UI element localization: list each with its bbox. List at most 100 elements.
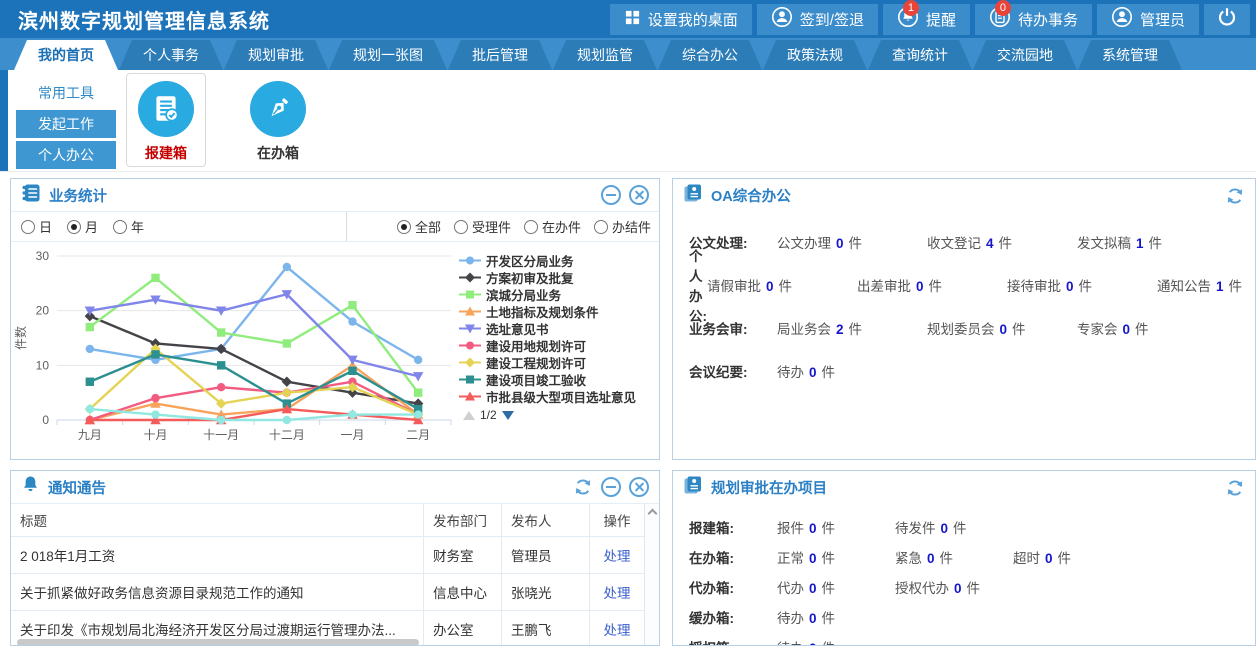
tab-0[interactable]: 我的首页: [14, 40, 118, 70]
count-item-name: 授权代办: [895, 577, 949, 597]
tab-5[interactable]: 规划监管: [553, 40, 657, 70]
topbar-button-2[interactable]: 提醒1: [883, 4, 970, 35]
count-item[interactable]: 报件0件: [777, 517, 895, 537]
refresh-icon[interactable]: [1225, 478, 1245, 498]
handle-link[interactable]: 处理: [604, 545, 631, 565]
sidebar-button-2[interactable]: 个人办公: [16, 141, 116, 169]
table-row: 2 018年1月工资财务室管理员处理: [11, 537, 644, 574]
count-item-unit: 件: [940, 547, 954, 567]
period-radio-option-1[interactable]: 月: [67, 217, 98, 236]
table-vertical-scrollbar[interactable]: [644, 504, 659, 646]
topbar-button-1[interactable]: 签到/签退: [757, 4, 878, 35]
document-check-icon: [138, 81, 194, 137]
tools-sidebar: 常用工具发起工作个人办公: [16, 79, 116, 171]
legend-item-4[interactable]: 选址意见书: [459, 320, 636, 337]
tool-shortcut-1[interactable]: 在办箱: [238, 73, 318, 167]
panel-title: 规划审批在办项目: [711, 477, 827, 498]
sidebar-button-1[interactable]: 发起工作: [16, 110, 116, 138]
tab-2[interactable]: 规划审批: [224, 40, 328, 70]
count-item[interactable]: 发文拟稿1件: [1077, 232, 1227, 252]
minimize-icon[interactable]: [601, 477, 621, 497]
count-item[interactable]: 正常0件: [777, 547, 895, 567]
count-item-value: 0: [1000, 322, 1008, 337]
count-item[interactable]: 待办0件: [777, 637, 895, 646]
legend-item-0[interactable]: 开发区分局业务: [459, 252, 636, 269]
count-item[interactable]: 紧急0件: [895, 547, 1013, 567]
count-item-name: 专家会: [1077, 318, 1118, 338]
svg-text:十月: 十月: [143, 428, 167, 442]
legend-marker-icon: [459, 323, 481, 334]
count-item-name: 出差审批: [857, 275, 911, 295]
count-row-label: 代办箱:: [689, 577, 777, 597]
count-item[interactable]: 局业务会2件: [777, 318, 927, 338]
panel-header: 通知通告: [11, 471, 659, 504]
close-icon[interactable]: [629, 477, 649, 497]
topbar-button-4[interactable]: 管理员: [1097, 4, 1199, 35]
count-item[interactable]: 待办0件: [777, 607, 895, 627]
count-item[interactable]: 待发件0件: [895, 517, 1013, 537]
type-radio-option-3[interactable]: 办结件: [594, 217, 651, 236]
tab-8[interactable]: 查询统计: [868, 40, 972, 70]
topbar-button-label: 待办事务: [1018, 9, 1078, 30]
legend-item-3[interactable]: 土地指标及规划条件: [459, 303, 636, 320]
count-item-unit: 件: [999, 232, 1013, 252]
tool-shortcut-0[interactable]: 报建箱: [126, 73, 206, 167]
period-radio-option-2[interactable]: 年: [113, 217, 144, 236]
handle-link[interactable]: 处理: [604, 582, 631, 602]
legend-page-down-icon[interactable]: [502, 411, 514, 420]
count-row-label: 在办箱:: [689, 547, 777, 567]
oa-count-rows: 公文处理:公文办理0件收文登记4件发文拟稿1件个人办公:请假审批0件出差审批0件…: [673, 212, 1255, 392]
notice-dept-cell: 财务室: [424, 537, 502, 573]
count-item[interactable]: 规划委员会0件: [927, 318, 1077, 338]
count-item-name: 请假审批: [707, 275, 761, 295]
tab-3[interactable]: 规划一张图: [329, 40, 447, 70]
count-item[interactable]: 收文登记4件: [927, 232, 1077, 252]
count-item[interactable]: 专家会0件: [1077, 318, 1227, 338]
handle-link[interactable]: 处理: [604, 619, 631, 639]
svg-text:20: 20: [36, 304, 50, 318]
legend-item-2[interactable]: 滨城分局业务: [459, 286, 636, 303]
count-item[interactable]: 公文办理0件: [777, 232, 927, 252]
legend-item-7[interactable]: 建设项目竣工验收: [459, 371, 636, 388]
minimize-icon[interactable]: [601, 185, 621, 205]
topbar-button-0[interactable]: 设置我的桌面: [610, 4, 752, 35]
notice-action-cell: 处理: [590, 537, 644, 573]
sidebar-button-0[interactable]: 常用工具: [16, 79, 116, 107]
tab-1[interactable]: 个人事务: [119, 40, 223, 70]
refresh-icon[interactable]: [573, 477, 593, 497]
legend-item-1[interactable]: 方案初审及批复: [459, 269, 636, 286]
tab-9[interactable]: 交流园地: [973, 40, 1077, 70]
count-item[interactable]: 超时0件: [1013, 547, 1131, 567]
count-item-name: 待办: [777, 607, 804, 627]
legend-item-8[interactable]: 市批县级大型项目选址意见: [459, 388, 636, 405]
count-item-value: 0: [941, 521, 949, 536]
type-radio-option-1[interactable]: 受理件: [454, 217, 511, 236]
count-item[interactable]: 待办0件: [777, 361, 927, 381]
table-horizontal-scrollbar[interactable]: [17, 639, 419, 646]
count-item[interactable]: 接待审批0件: [1007, 275, 1157, 295]
power-icon: [1216, 6, 1238, 32]
count-item[interactable]: 代办0件: [777, 577, 895, 597]
tab-6[interactable]: 综合办公: [658, 40, 762, 70]
tab-10[interactable]: 系统管理: [1078, 40, 1182, 70]
legend-marker-icon: [459, 289, 481, 300]
legend-item-6[interactable]: 建设工程规划许可: [459, 354, 636, 371]
tab-7[interactable]: 政策法规: [763, 40, 867, 70]
count-row: 公文处理:公文办理0件收文登记4件发文拟稿1件: [689, 220, 1239, 263]
count-item[interactable]: 授权代办0件: [895, 577, 1013, 597]
refresh-icon[interactable]: [1225, 186, 1245, 206]
count-item[interactable]: 通知公告1件: [1157, 275, 1256, 295]
period-radio-option-0[interactable]: 日: [21, 217, 52, 236]
chart-plot: 0102030九月十月十一月十二月一月二月件数: [11, 242, 459, 459]
legend-item-5[interactable]: 建设用地规划许可: [459, 337, 636, 354]
tab-4[interactable]: 批后管理: [448, 40, 552, 70]
count-item[interactable]: 请假审批0件: [707, 275, 857, 295]
topbar-button-logout[interactable]: [1204, 4, 1250, 35]
legend-page-up-icon[interactable]: [463, 411, 475, 420]
type-radio-option-2[interactable]: 在办件: [524, 217, 581, 236]
type-radio-option-0[interactable]: 全部: [397, 217, 441, 236]
topbar-button-3[interactable]: 待办事务0: [975, 4, 1092, 35]
card-icon: [683, 183, 703, 208]
count-item[interactable]: 出差审批0件: [857, 275, 1007, 295]
close-icon[interactable]: [629, 185, 649, 205]
